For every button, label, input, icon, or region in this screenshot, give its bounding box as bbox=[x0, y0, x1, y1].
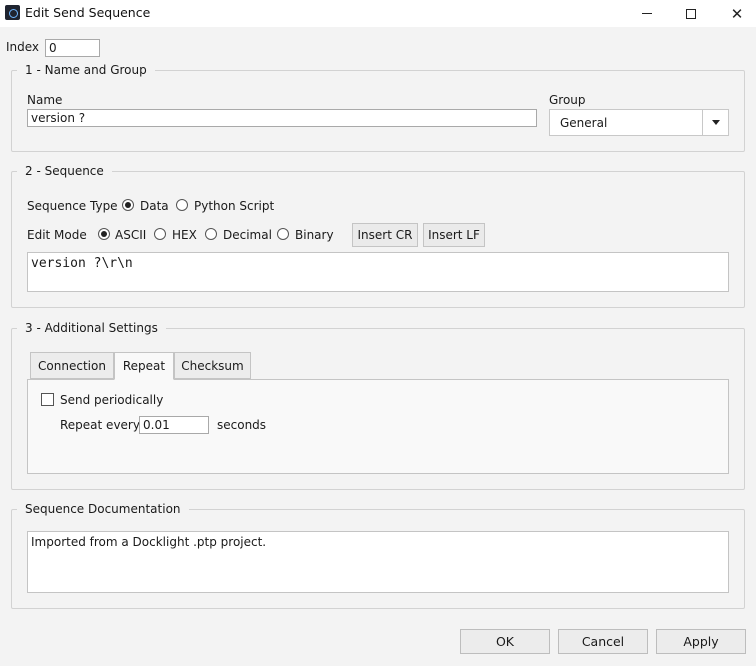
maximize-icon bbox=[686, 8, 696, 19]
documentation-editor[interactable]: Imported from a Docklight .ptp project. bbox=[27, 531, 729, 593]
close-button[interactable]: ✕ bbox=[714, 0, 756, 27]
apply-button[interactable]: Apply bbox=[656, 629, 746, 654]
repeat-every-input[interactable]: 0.01 bbox=[139, 416, 209, 434]
documentation-title: Sequence Documentation bbox=[17, 502, 189, 516]
sequence-type-python-label[interactable]: Python Script bbox=[194, 199, 274, 213]
sequence-type-data-label[interactable]: Data bbox=[140, 199, 169, 213]
group3-title: 3 - Additional Settings bbox=[17, 321, 166, 335]
maximize-button[interactable] bbox=[668, 0, 714, 27]
sequence-type-python-radio[interactable] bbox=[176, 199, 188, 211]
close-icon: ✕ bbox=[730, 4, 744, 23]
title-bar: Edit Send Sequence ✕ bbox=[0, 0, 756, 27]
edit-mode-decimal-radio[interactable] bbox=[205, 228, 217, 240]
chevron-down-icon bbox=[711, 120, 720, 125]
insert-cr-button[interactable]: Insert CR bbox=[352, 223, 418, 247]
send-periodically-label[interactable]: Send periodically bbox=[60, 393, 163, 407]
edit-mode-binary-label[interactable]: Binary bbox=[295, 228, 334, 242]
minimize-button[interactable] bbox=[624, 0, 670, 27]
send-periodically-checkbox[interactable] bbox=[41, 393, 54, 406]
edit-mode-hex-radio[interactable] bbox=[154, 228, 166, 240]
app-icon bbox=[5, 5, 20, 20]
tab-connection[interactable]: Connection bbox=[30, 352, 114, 379]
ok-button[interactable]: OK bbox=[460, 629, 550, 654]
window-title: Edit Send Sequence bbox=[25, 5, 151, 20]
group1-title: 1 - Name and Group bbox=[17, 63, 155, 77]
index-label: Index bbox=[6, 40, 40, 54]
seconds-label: seconds bbox=[217, 418, 267, 432]
name-input[interactable]: version ? bbox=[27, 109, 537, 127]
edit-mode-ascii-radio[interactable] bbox=[98, 228, 110, 240]
tab-repeat[interactable]: Repeat bbox=[114, 352, 174, 380]
edit-mode-binary-radio[interactable] bbox=[277, 228, 289, 240]
tab-checksum[interactable]: Checksum bbox=[174, 352, 251, 379]
edit-mode-label: Edit Mode bbox=[27, 228, 87, 242]
sequence-type-data-radio[interactable] bbox=[122, 199, 134, 211]
cancel-button[interactable]: Cancel bbox=[558, 629, 648, 654]
edit-mode-ascii-label[interactable]: ASCII bbox=[115, 228, 146, 242]
sequence-type-label: Sequence Type bbox=[27, 199, 118, 213]
sequence-editor[interactable]: version ?\r\n bbox=[27, 252, 729, 292]
group-select-value: General bbox=[560, 116, 608, 130]
name-label: Name bbox=[27, 93, 63, 107]
sequence-text: version ?\r\n bbox=[31, 256, 133, 271]
index-input[interactable]: 0 bbox=[45, 39, 100, 57]
edit-mode-decimal-label[interactable]: Decimal bbox=[223, 228, 272, 242]
group-select[interactable]: General bbox=[549, 109, 729, 136]
minimize-icon bbox=[642, 13, 652, 14]
repeat-every-label: Repeat every bbox=[60, 418, 140, 432]
group2-title: 2 - Sequence bbox=[17, 164, 112, 178]
edit-mode-hex-label[interactable]: HEX bbox=[172, 228, 197, 242]
group-dropdown-arrow[interactable] bbox=[702, 110, 728, 135]
insert-lf-button[interactable]: Insert LF bbox=[423, 223, 485, 247]
group-label: Group bbox=[549, 93, 586, 107]
documentation-text: Imported from a Docklight .ptp project. bbox=[31, 535, 267, 549]
